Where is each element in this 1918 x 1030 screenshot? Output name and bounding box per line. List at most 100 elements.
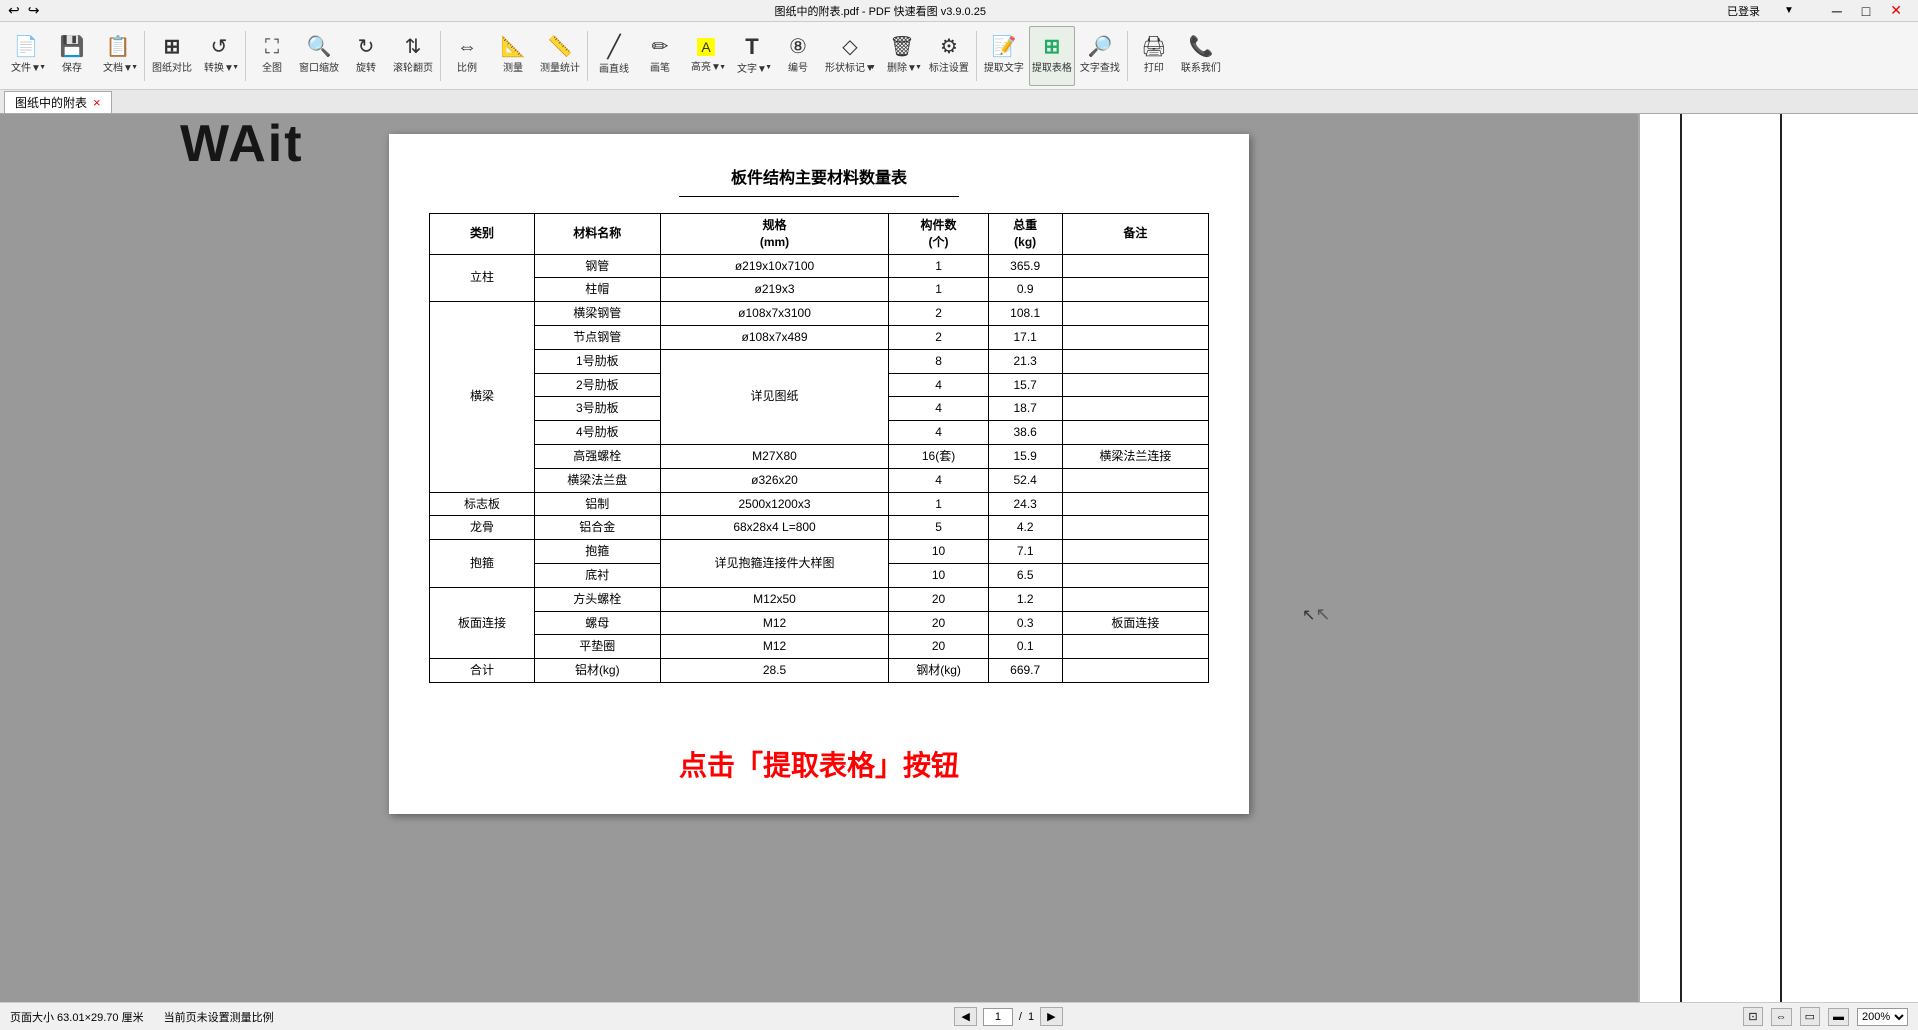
cell-note <box>1062 540 1208 564</box>
table-row: 立柱 钢管 ø219x10x7100 1 365.9 <box>430 254 1209 278</box>
cell-note: 板面连接 <box>1062 611 1208 635</box>
table-row: 抱箍 抱箍 详见抱箍连接件大样图 10 7.1 <box>430 540 1209 564</box>
cell-total-label: 合计 <box>430 659 535 683</box>
two-page-icon[interactable]: ▬ <box>1828 1008 1849 1026</box>
scroll-button[interactable]: ⇅ 滚轮翻页 <box>390 26 436 86</box>
col-count: 构件数(个) <box>889 214 988 255</box>
tab-bar: 图纸中的附表 × <box>0 90 1918 114</box>
cell-count: 1 <box>889 254 988 278</box>
compare-button[interactable]: ⊞ 图纸对比 <box>149 26 195 86</box>
cell-note <box>1062 325 1208 349</box>
zoom-win-button[interactable]: 🔍 窗口缩放 <box>296 26 342 86</box>
cell-material: 铝合金 <box>534 516 660 540</box>
cell-material: 柱帽 <box>534 278 660 302</box>
file-button[interactable]: 📄 文件▼ <box>4 26 48 86</box>
window-title: 图纸中的附表.pdf - PDF 快速看图 v3.9.0.25 <box>39 3 1721 19</box>
cell-weight: 0.1 <box>988 635 1062 659</box>
cell-material: 钢管 <box>534 254 660 278</box>
tab-label: 图纸中的附表 <box>15 94 87 111</box>
cell-spec: M12 <box>660 635 889 659</box>
cell-note <box>1062 421 1208 445</box>
shape-button[interactable]: ◇ 形状标记▼ <box>822 26 878 86</box>
scale-button[interactable]: ⇔ 比例 <box>445 26 489 86</box>
tab-pdf[interactable]: 图纸中的附表 × <box>4 91 112 113</box>
cell-spec: 详见图纸 <box>660 349 889 444</box>
cell-note <box>1062 468 1208 492</box>
mark-settings-button[interactable]: ⚙ 标注设置 <box>926 26 972 86</box>
pdf-viewer[interactable]: WAit 板件结构主要材料数量表 类别 材料名称 规格(mm) 构件数(个) 总… <box>0 114 1638 1002</box>
sep2 <box>245 31 246 81</box>
measure-button[interactable]: 📐 测量 <box>491 26 535 86</box>
right-panel-inner <box>1640 114 1918 1002</box>
redo-btn[interactable]: ↪ <box>28 2 40 19</box>
prev-page-btn[interactable]: ◀ <box>954 1007 976 1026</box>
line-button[interactable]: ╱ 画直线 <box>592 26 636 86</box>
cell-total-alu-label: 铝材(kg) <box>534 659 660 683</box>
cell-count: 16(套) <box>889 444 988 468</box>
contact-button[interactable]: 📞 联系我们 <box>1178 26 1224 86</box>
delete-button[interactable]: 🗑 删除▼ <box>880 26 924 86</box>
status-bar: 页面大小 63.01×29.70 厘米 当前页未设置测量比例 ◀ / 1 ▶ ⊡… <box>0 1002 1918 1030</box>
cell-category: 板面连接 <box>430 587 535 658</box>
cell-count: 10 <box>889 563 988 587</box>
rotate2-button[interactable]: ↻ 旋转 <box>344 26 388 86</box>
cell-weight: 17.1 <box>988 325 1062 349</box>
toolbar: 📄 文件▼ 💾 保存 📋 文档▼ ⊞ 图纸对比 ↺ 转换▼ ⛶ 全图 🔍 窗口缩… <box>0 22 1918 90</box>
cell-spec: M12 <box>660 611 889 635</box>
cell-note <box>1062 254 1208 278</box>
page-navigation: ◀ / 1 ▶ <box>954 1007 1062 1026</box>
pdf-page: 板件结构主要材料数量表 类别 材料名称 规格(mm) 构件数(个) 总重(kg)… <box>389 134 1249 814</box>
materials-table: 类别 材料名称 规格(mm) 构件数(个) 总重(kg) 备注 立柱 钢管 ø2… <box>429 213 1209 683</box>
maximize-btn[interactable]: □ <box>1854 3 1878 19</box>
fit-width-icon[interactable]: ⇔ <box>1771 1008 1792 1026</box>
cell-weight: 38.6 <box>988 421 1062 445</box>
cell-category: 龙骨 <box>430 516 535 540</box>
undo-btn[interactable]: ↩ <box>8 2 20 19</box>
rotate-button[interactable]: ↺ 转换▼ <box>197 26 241 86</box>
cell-count: 20 <box>889 587 988 611</box>
save-button[interactable]: 💾 保存 <box>50 26 94 86</box>
pen-button[interactable]: ✏ 画笔 <box>638 26 682 86</box>
cell-spec: ø108x7x3100 <box>660 302 889 326</box>
doc-button[interactable]: 📋 文档▼ <box>96 26 140 86</box>
find-text-button[interactable]: 🔎 文字查找 <box>1077 26 1123 86</box>
highlight-button[interactable]: A 高亮▼ <box>684 26 728 86</box>
measure2-button[interactable]: 📏 测量统计 <box>537 26 583 86</box>
cell-weight: 7.1 <box>988 540 1062 564</box>
cell-category: 立柱 <box>430 254 535 302</box>
panel-line-2 <box>1780 114 1782 1002</box>
tab-close-btn[interactable]: × <box>93 95 101 110</box>
pdf-table-title: 板件结构主要材料数量表 <box>429 164 1209 188</box>
zoom-select[interactable]: 200% 150% 100% 75% 50% <box>1857 1008 1908 1026</box>
col-material: 材料名称 <box>534 214 660 255</box>
minimize-btn[interactable]: ─ <box>1824 3 1850 19</box>
cell-material: 底衬 <box>534 563 660 587</box>
extract-table-button[interactable]: ⊞ 提取表格 <box>1029 26 1075 86</box>
cell-weight: 15.7 <box>988 373 1062 397</box>
cell-spec: ø219x10x7100 <box>660 254 889 278</box>
cell-material: 高强螺栓 <box>534 444 660 468</box>
cell-note <box>1062 587 1208 611</box>
table-row: 1号肋板 详见图纸 8 21.3 <box>430 349 1209 373</box>
cell-material: 横梁法兰盘 <box>534 468 660 492</box>
fullscreen-button[interactable]: ⛶ 全图 <box>250 26 294 86</box>
cell-note <box>1062 349 1208 373</box>
current-page-input[interactable] <box>983 1008 1013 1026</box>
fit-page-icon[interactable]: ⊡ <box>1743 1007 1762 1026</box>
cell-weight: 15.9 <box>988 444 1062 468</box>
close-btn[interactable]: ✕ <box>1882 2 1910 19</box>
cell-count: 8 <box>889 349 988 373</box>
extract-text-button[interactable]: 📝 提取文字 <box>981 26 1027 86</box>
cell-weight: 6.5 <box>988 563 1062 587</box>
table-row: 螺母 M12 20 0.3 板面连接 <box>430 611 1209 635</box>
cell-note <box>1062 373 1208 397</box>
text-button[interactable]: T 文字▼ <box>730 26 774 86</box>
wait-text: WAit <box>180 114 304 174</box>
cell-note: 横梁法兰连接 <box>1062 444 1208 468</box>
next-page-btn[interactable]: ▶ <box>1040 1007 1062 1026</box>
dropdown-icon[interactable]: ▼ <box>1778 5 1800 16</box>
number-button[interactable]: ⑧ 编号 <box>776 26 820 86</box>
cell-spec: ø219x3 <box>660 278 889 302</box>
print-button[interactable]: 🖨 打印 <box>1132 26 1176 86</box>
single-page-icon[interactable]: ▭ <box>1800 1007 1820 1026</box>
